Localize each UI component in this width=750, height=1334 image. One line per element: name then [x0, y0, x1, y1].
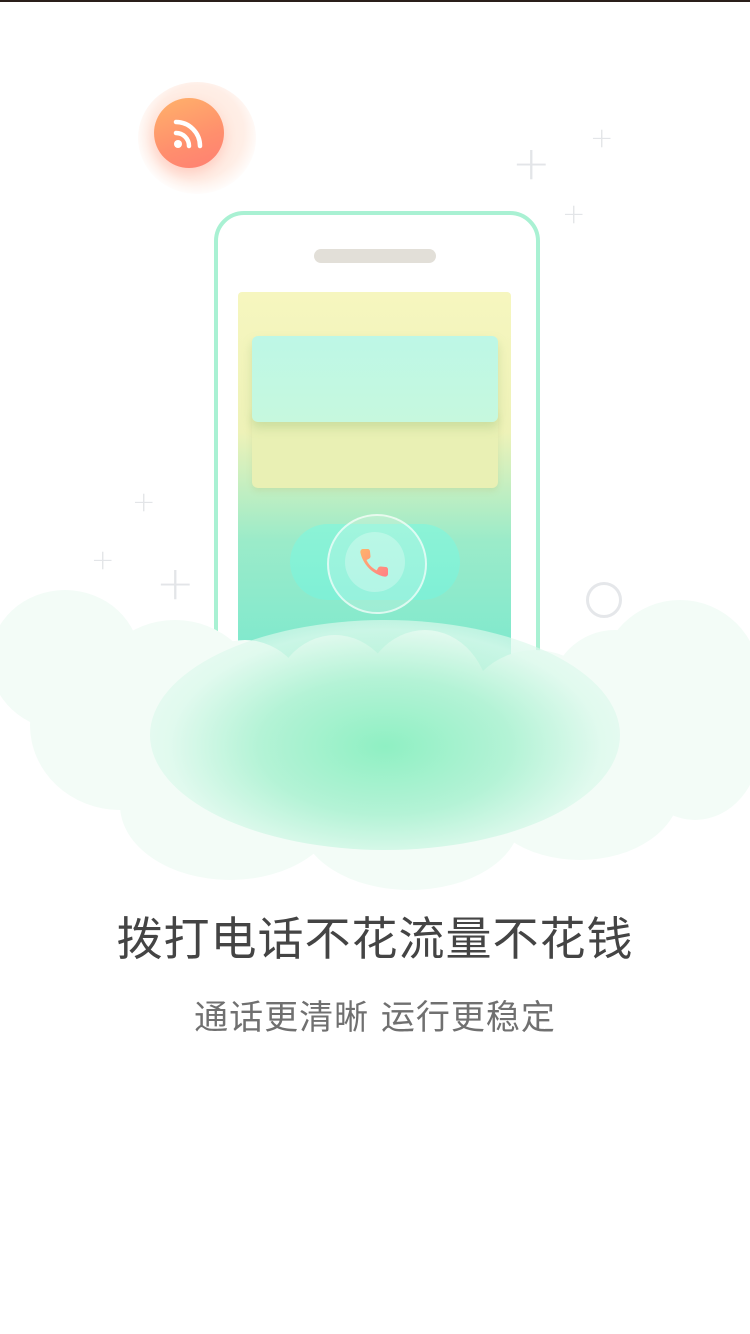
cloud-glow — [150, 620, 620, 850]
top-divider — [0, 0, 750, 2]
sparkle-plus-icon: + — [562, 197, 586, 230]
sparkle-plus-icon: + — [132, 485, 156, 518]
wifi-bubble — [154, 98, 224, 168]
phone-speaker — [314, 249, 436, 263]
phone-call-icon — [360, 549, 388, 577]
sparkle-plus-icon: + — [91, 543, 115, 576]
sparkle-plus-icon: + — [512, 136, 551, 190]
cloud-illustration — [0, 580, 750, 900]
headline: 拨打电话不花流量不花钱 — [116, 912, 634, 966]
screen-card-front — [252, 336, 498, 422]
subline: 通话更清晰 运行更稳定 — [194, 998, 556, 1038]
sparkle-plus-icon: + — [590, 121, 614, 154]
wifi-icon — [173, 119, 203, 149]
